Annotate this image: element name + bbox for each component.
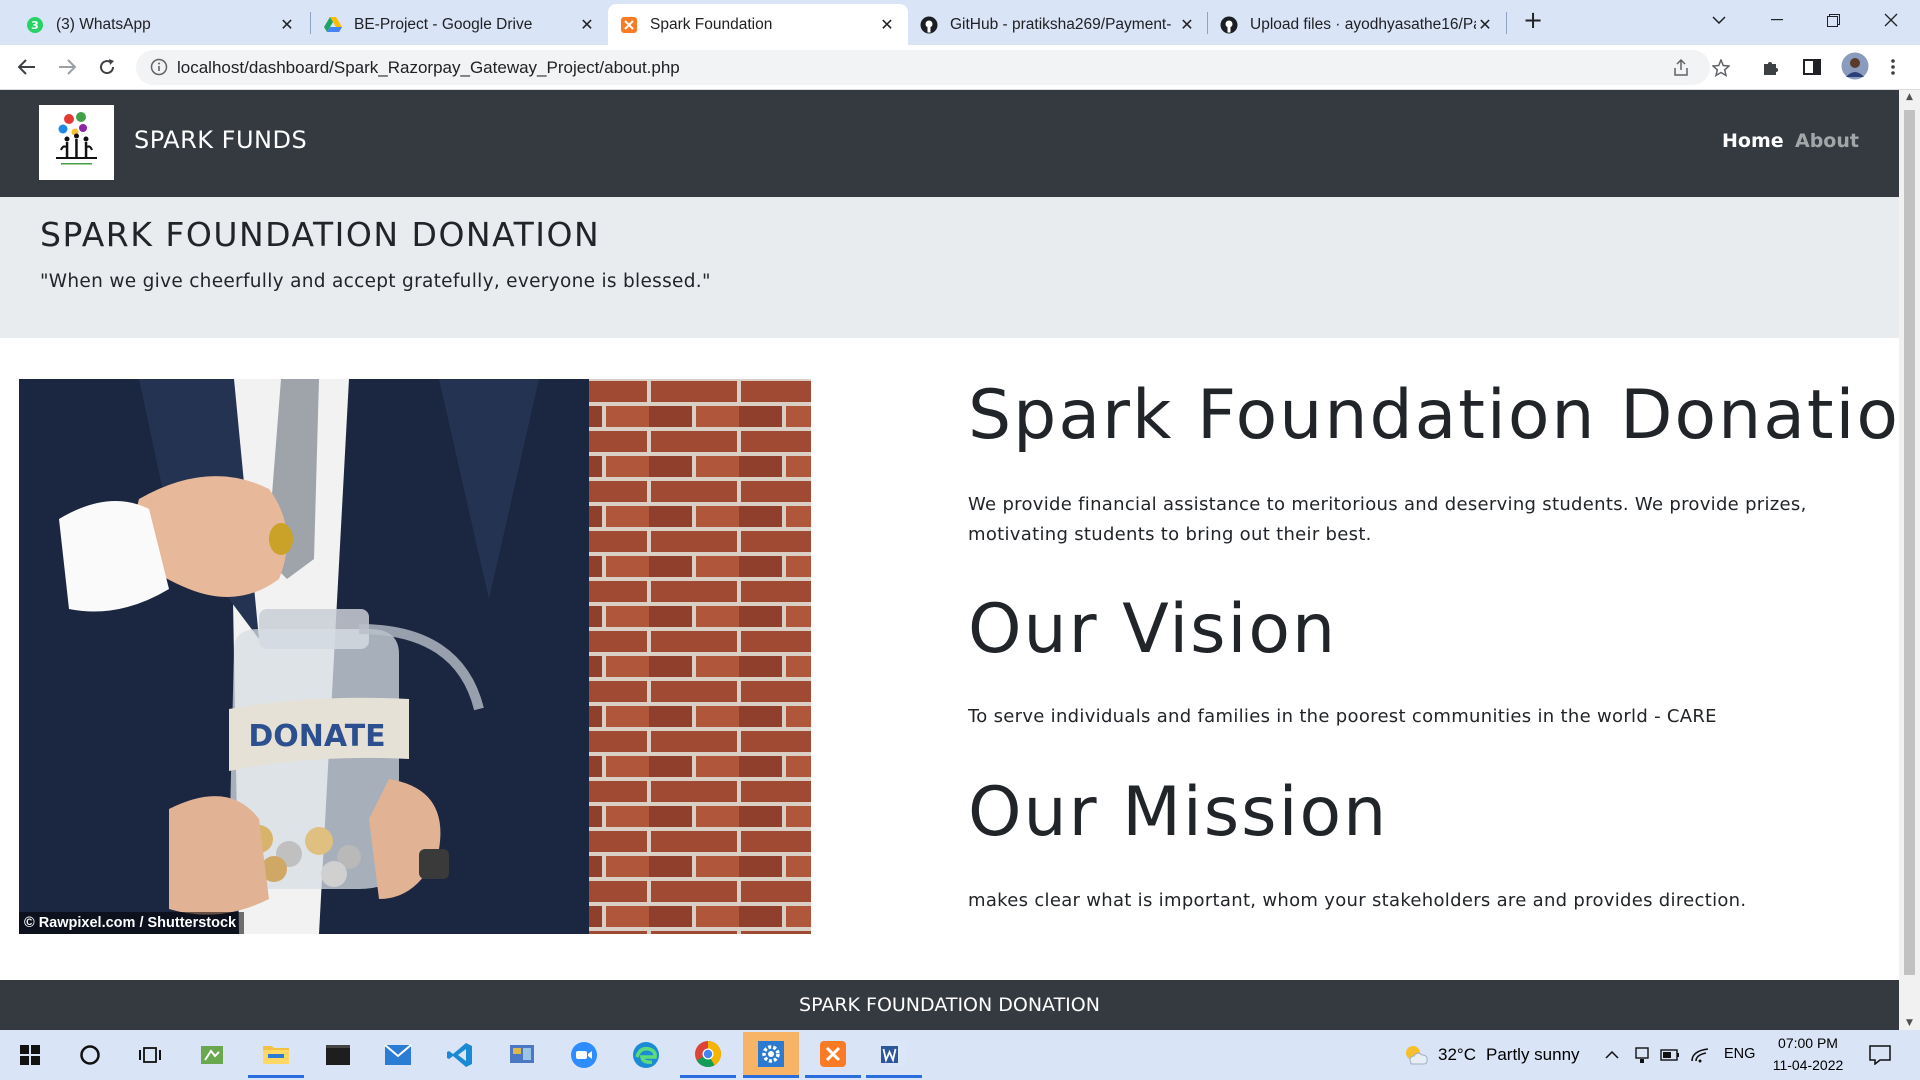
- notifications-icon[interactable]: [1868, 1043, 1892, 1067]
- chrome-icon[interactable]: [680, 1032, 736, 1078]
- file-explorer-icon[interactable]: [248, 1032, 304, 1078]
- google-drive-icon: [324, 16, 342, 34]
- xampp-icon: [620, 16, 638, 34]
- word-icon[interactable]: [866, 1032, 922, 1078]
- scroll-down-icon[interactable]: ▼: [1904, 1018, 1915, 1028]
- forward-icon[interactable]: [52, 52, 82, 82]
- task-view-icon[interactable]: [122, 1032, 178, 1078]
- chevron-up-icon[interactable]: [1602, 1045, 1622, 1065]
- edge-icon[interactable]: [618, 1032, 674, 1078]
- reload-icon[interactable]: [92, 52, 122, 82]
- browser-tab-strip: 3 (3) WhatsApp ✕ BE-Project - Google Dri…: [0, 0, 1920, 45]
- weather-temperature[interactable]: 32°C: [1438, 1045, 1476, 1065]
- vision-heading: Our Vision: [968, 590, 1338, 669]
- site-footer: SPARK FOUNDATION DONATION: [0, 980, 1899, 1030]
- vision-text: To serve individuals and families in the…: [968, 706, 1717, 727]
- control-panel-icon[interactable]: [494, 1032, 550, 1078]
- jar-label-text: DONATE: [248, 719, 385, 754]
- close-icon[interactable]: ✕: [878, 15, 896, 34]
- site-navbar: SPARK FUNDS Home About: [0, 90, 1899, 197]
- site-brand[interactable]: SPARK FUNDS: [134, 126, 307, 154]
- more-menu-icon[interactable]: [1880, 54, 1906, 80]
- tab-spark-foundation[interactable]: Spark Foundation ✕: [608, 4, 908, 45]
- extensions-puzzle-icon[interactable]: [1758, 54, 1784, 80]
- zoom-icon[interactable]: [556, 1032, 612, 1078]
- tab-github-upload[interactable]: Upload files · ayodhyasathe16/Pa ✕: [1208, 4, 1506, 45]
- page-viewport: SPARK FUNDS Home About SPARK FOUNDATION …: [0, 90, 1899, 1030]
- windows-taskbar: 32°C Partly sunny ENG 07:00 PM 11-04-202…: [0, 1030, 1920, 1080]
- about-heading: Spark Foundation Donation: [968, 376, 1899, 455]
- tab-title: GitHub - pratiksha269/Payment-: [950, 15, 1172, 33]
- tab-search-icon[interactable]: [1694, 4, 1744, 36]
- terminal-icon[interactable]: [310, 1032, 366, 1078]
- close-icon[interactable]: ✕: [1476, 15, 1494, 34]
- back-icon[interactable]: [12, 52, 42, 82]
- jumbotron-title: SPARK FOUNDATION DONATION: [40, 215, 601, 254]
- battery-icon[interactable]: [1660, 1045, 1680, 1065]
- tab-title: Spark Foundation: [650, 15, 773, 33]
- footer-title: SPARK FOUNDATION DONATION: [799, 994, 1100, 1016]
- photo-credit: © Rawpixel.com / Shutterstock: [19, 912, 245, 934]
- clock-date[interactable]: 11-04-2022: [1766, 1057, 1850, 1073]
- page-scrollbar[interactable]: ▲ ▼: [1899, 90, 1920, 1030]
- clock-time[interactable]: 07:00 PM: [1772, 1035, 1844, 1051]
- close-window-icon[interactable]: [1866, 4, 1916, 36]
- svg-text:3: 3: [31, 19, 39, 32]
- tab-google-drive[interactable]: BE-Project - Google Drive ✕: [312, 4, 608, 45]
- xampp-taskbar-icon[interactable]: [805, 1032, 861, 1078]
- github-icon: [1220, 16, 1238, 34]
- close-icon[interactable]: ✕: [1178, 15, 1196, 34]
- settings-gear-icon[interactable]: [743, 1032, 799, 1078]
- vscode-icon[interactable]: [432, 1032, 488, 1078]
- restore-icon[interactable]: [1808, 4, 1858, 36]
- close-icon[interactable]: ✕: [578, 15, 596, 34]
- address-bar[interactable]: localhost/dashboard/Spark_Razorpay_Gatew…: [136, 50, 1730, 85]
- mail-icon[interactable]: [370, 1032, 426, 1078]
- close-icon[interactable]: ✕: [278, 15, 296, 34]
- tab-github-payment[interactable]: GitHub - pratiksha269/Payment- ✕: [908, 4, 1208, 45]
- nav-about-link[interactable]: About: [1795, 130, 1859, 152]
- weather-description[interactable]: Partly sunny: [1486, 1045, 1580, 1065]
- tab-whatsapp[interactable]: 3 (3) WhatsApp ✕: [14, 4, 308, 45]
- about-intro-text: We provide financial assistance to merit…: [968, 494, 1807, 545]
- wifi-icon[interactable]: [1690, 1045, 1710, 1065]
- share-icon[interactable]: [1670, 57, 1692, 79]
- site-logo[interactable]: [39, 105, 114, 180]
- profile-avatar[interactable]: [1840, 51, 1870, 81]
- mission-text: makes clear what is important, whom your…: [968, 890, 1747, 911]
- app-store-icon[interactable]: [184, 1032, 240, 1078]
- tab-separator: [1506, 12, 1507, 34]
- language-indicator[interactable]: ENG: [1724, 1046, 1755, 1062]
- cortana-search-icon[interactable]: [62, 1032, 118, 1078]
- donation-photo: DONATE © Rawpixel.com / Shutterstock: [19, 379, 811, 934]
- github-icon: [920, 16, 938, 34]
- whatsapp-icon: 3: [26, 16, 44, 34]
- nav-home-link[interactable]: Home: [1722, 130, 1784, 152]
- weather-partly-sunny-icon[interactable]: [1402, 1042, 1430, 1068]
- tab-title: BE-Project - Google Drive: [354, 15, 533, 33]
- jumbotron: SPARK FOUNDATION DONATION "When we give …: [0, 197, 1899, 338]
- meet-now-icon[interactable]: [1632, 1045, 1652, 1065]
- new-tab-button[interactable]: +: [1520, 6, 1546, 34]
- bookmark-star-icon[interactable]: [1710, 57, 1732, 79]
- browser-toolbar: localhost/dashboard/Spark_Razorpay_Gatew…: [0, 45, 1920, 90]
- url-text: localhost/dashboard/Spark_Razorpay_Gatew…: [177, 58, 680, 77]
- windows-start-icon[interactable]: [2, 1032, 58, 1078]
- side-panel-icon[interactable]: [1799, 54, 1825, 80]
- info-icon[interactable]: [150, 58, 168, 76]
- scroll-up-icon[interactable]: ▲: [1904, 92, 1915, 102]
- tab-title: Upload files · ayodhyasathe16/Pa: [1250, 15, 1476, 33]
- jumbotron-quote: "When we give cheerfully and accept grat…: [40, 271, 711, 292]
- minimize-icon[interactable]: [1752, 4, 1802, 36]
- tab-separator: [310, 12, 311, 34]
- mission-heading: Our Mission: [968, 773, 1389, 852]
- scrollbar-thumb[interactable]: [1904, 110, 1915, 975]
- donation-jar-illustration: DONATE: [19, 379, 811, 934]
- tab-title: (3) WhatsApp: [56, 15, 151, 33]
